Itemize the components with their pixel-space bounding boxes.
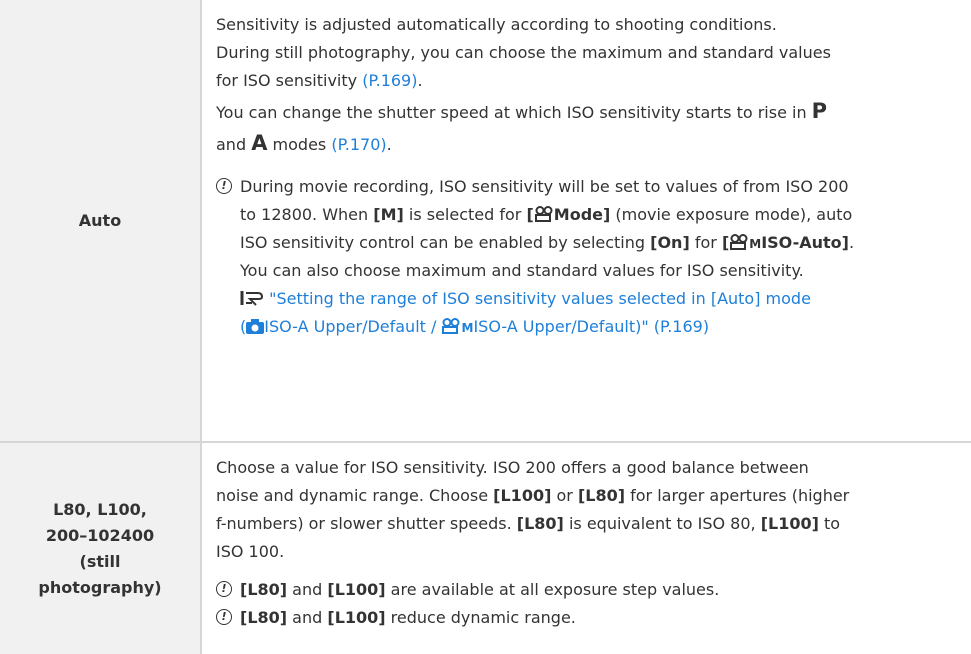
- note-text: are available at all exposure step value…: [385, 580, 720, 599]
- caution-icon: !: [216, 609, 232, 625]
- note-text: is selected for: [403, 205, 527, 224]
- reference-icon: [240, 291, 264, 306]
- menu-term: [L100]: [493, 486, 552, 505]
- note-line: to 12800. When [M] is selected for [ Mode…: [240, 201, 961, 229]
- reference-text: ISO-A Upper/Default /: [264, 317, 442, 336]
- desc-text: .: [386, 135, 392, 154]
- label-text: 200–102400: [45, 525, 155, 545]
- mode-p-symbol: P: [811, 99, 828, 123]
- camera-icon: [246, 319, 265, 334]
- manual-values-description: Choose a value for ISO sensitivity. ISO …: [216, 454, 961, 632]
- desc-text: You can change the shutter speed at whic…: [216, 103, 812, 122]
- desc-text: for ISO sensitivity: [216, 71, 363, 90]
- caution-icon: !: [216, 178, 232, 194]
- desc-text: .: [417, 71, 423, 90]
- label-text: L80, L100,: [53, 499, 147, 519]
- desc-line: f-numbers) or slower shutter speeds. [L8…: [216, 510, 961, 538]
- desc-text: and: [216, 135, 252, 154]
- menu-term: [L100]: [327, 608, 386, 627]
- menu-term: [L80]: [577, 486, 626, 505]
- menu-term: [: [721, 233, 730, 252]
- label-text: photography): [38, 577, 162, 597]
- menu-term: [L80]: [240, 580, 288, 599]
- note-line: ISO sensitivity control can be enabled b…: [240, 229, 961, 257]
- row-label-manual-values: L80, L100, 200–102400 (still photography…: [0, 443, 200, 654]
- menu-term: [L80]: [240, 608, 288, 627]
- menu-term: ISO-Auto]: [761, 233, 849, 252]
- movie-icon: [730, 234, 748, 250]
- desc-text: modes: [267, 135, 332, 154]
- menu-term: [L100]: [327, 580, 386, 599]
- note-text: reduce dynamic range.: [385, 608, 576, 627]
- row-label-auto: Auto: [0, 0, 200, 441]
- reference-link[interactable]: "Setting the range of ISO sensitivity va…: [240, 285, 961, 313]
- label-text: Auto: [78, 210, 122, 230]
- menu-term: [L100]: [760, 514, 819, 533]
- desc-text: for larger apertures (higher: [625, 486, 850, 505]
- reference-link[interactable]: (ISO-A Upper/Default / MISO-A Upper/Defa…: [240, 313, 961, 341]
- desc-line: You can change the shutter speed at whic…: [216, 95, 961, 127]
- caution-note: ! [L80] and [L100] reduce dynamic range.: [216, 604, 961, 632]
- column-divider: [200, 0, 202, 654]
- movie-mode-subscript: M: [749, 237, 762, 251]
- menu-term: [On]: [650, 233, 690, 252]
- note-text: ISO sensitivity control can be enabled b…: [240, 233, 651, 252]
- desc-text: is equivalent to ISO 80,: [563, 514, 761, 533]
- label-text: (still: [79, 551, 121, 571]
- menu-term: [L80]: [516, 514, 564, 533]
- desc-text: f-numbers) or slower shutter speeds.: [216, 514, 517, 533]
- reference-text: ISO-A Upper/Default)" (P.169): [473, 317, 710, 336]
- note-text: for: [689, 233, 722, 252]
- desc-line: During still photography, you can choose…: [216, 43, 831, 62]
- mode-a-symbol: A: [251, 131, 268, 155]
- page-link[interactable]: (P.170): [331, 135, 386, 154]
- note-text: .: [848, 233, 855, 252]
- reference-text: "Setting the range of ISO sensitivity va…: [269, 289, 811, 308]
- desc-line: ISO 100.: [216, 542, 285, 561]
- note-text: (movie exposure mode), auto: [610, 205, 853, 224]
- desc-line: noise and dynamic range. Choose [L100] o…: [216, 482, 961, 510]
- note-line: You can also choose maximum and standard…: [240, 261, 804, 280]
- desc-text: noise and dynamic range. Choose: [216, 486, 494, 505]
- desc-line: and A modes (P.170).: [216, 127, 961, 159]
- auto-description: Sensitivity is adjusted automatically ac…: [216, 11, 961, 341]
- note-text: to 12800. When: [240, 205, 374, 224]
- caution-note: ! During movie recording, ISO sensitivit…: [216, 173, 961, 341]
- page-link[interactable]: (P.169): [362, 71, 417, 90]
- movie-mode-subscript: M: [461, 321, 474, 335]
- note-text: and: [287, 608, 328, 627]
- iso-settings-table: Auto Sensitivity is adjusted automatical…: [0, 0, 971, 654]
- desc-line: Sensitivity is adjusted automatically ac…: [216, 15, 777, 34]
- desc-text: or: [551, 486, 578, 505]
- desc-line: Choose a value for ISO sensitivity. ISO …: [216, 458, 809, 477]
- note-text: and: [287, 580, 328, 599]
- note-line: During movie recording, ISO sensitivity …: [240, 177, 849, 196]
- menu-term: [: [526, 205, 534, 224]
- menu-term: [M]: [373, 205, 404, 224]
- desc-text: to: [818, 514, 841, 533]
- movie-icon: [442, 318, 460, 334]
- movie-icon: [534, 206, 553, 222]
- caution-icon: !: [216, 581, 232, 597]
- menu-term: Mode]: [553, 205, 611, 224]
- desc-line: for ISO sensitivity (P.169).: [216, 67, 961, 95]
- caution-note: ! [L80] and [L100] are available at all …: [216, 576, 961, 604]
